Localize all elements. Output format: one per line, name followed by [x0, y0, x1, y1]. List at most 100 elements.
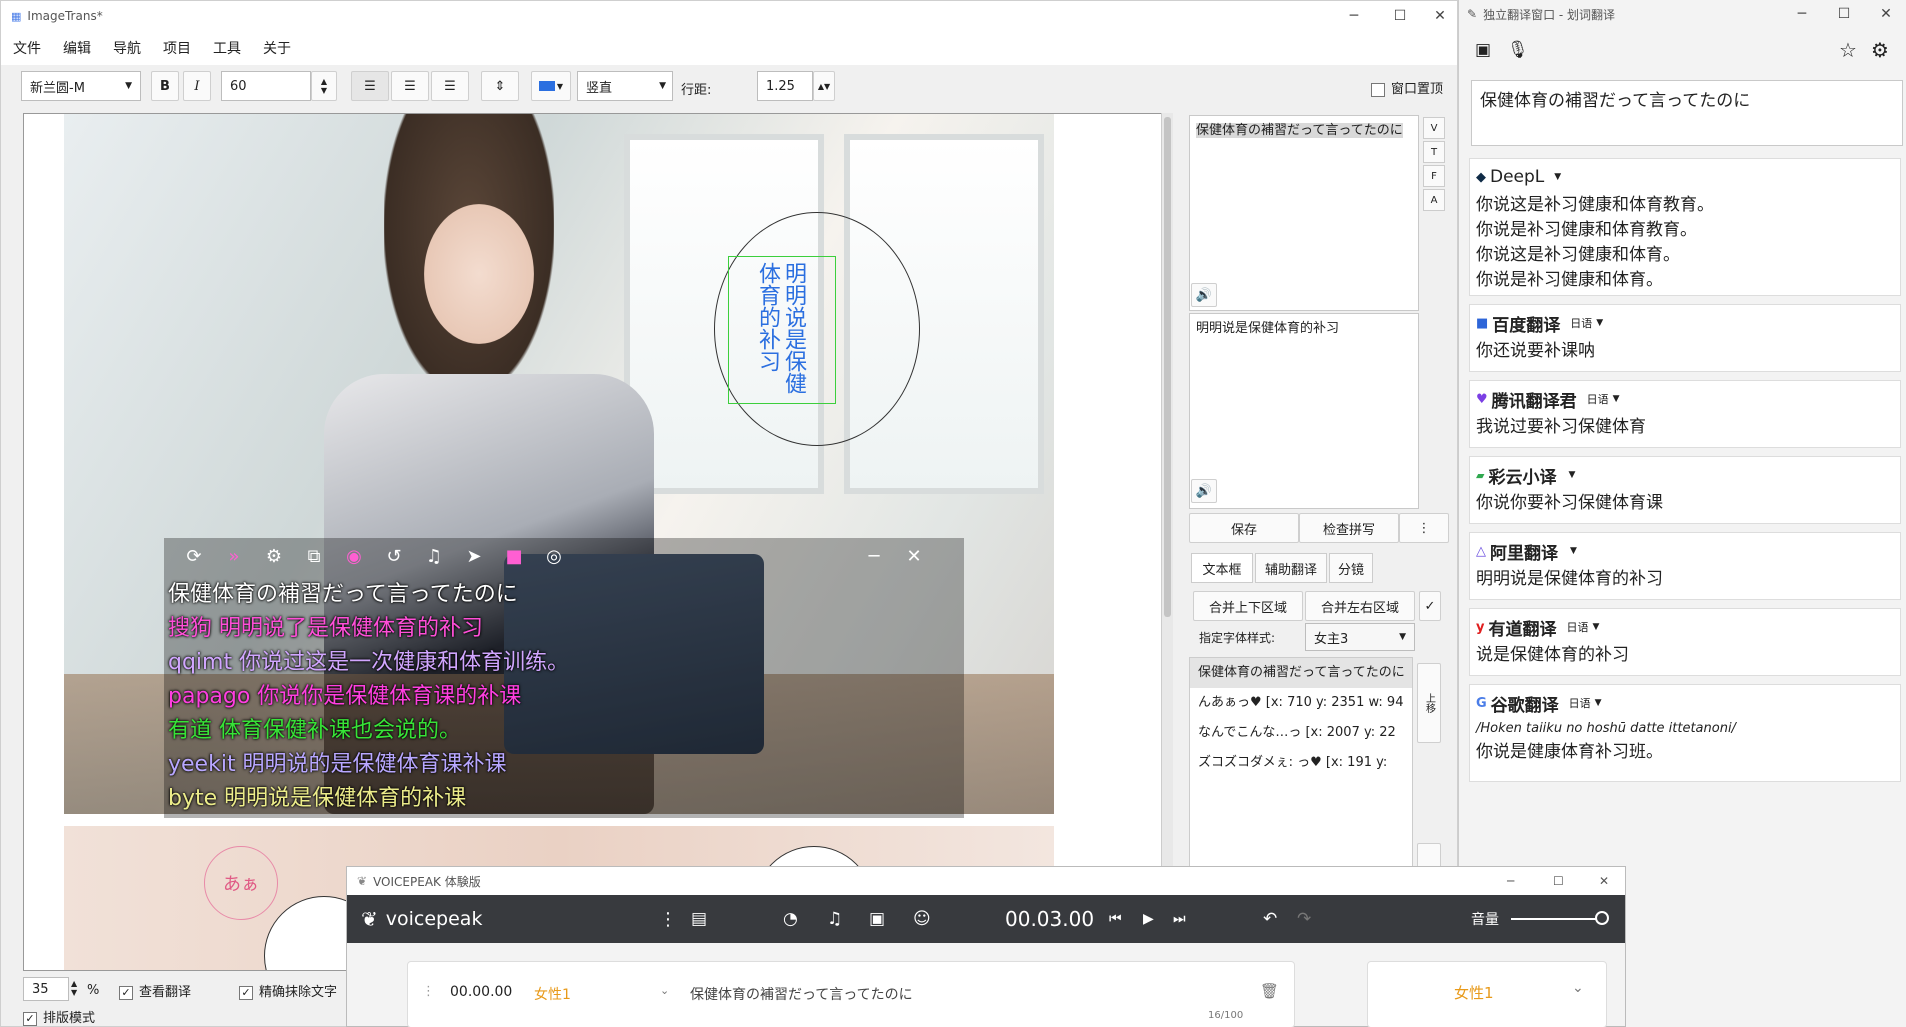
- check-icon[interactable]: ✓: [1419, 591, 1441, 621]
- move-up-button[interactable]: 上移: [1417, 663, 1441, 743]
- minimize-icon[interactable]: ─: [854, 546, 894, 567]
- chevron-down-icon[interactable]: ▼: [1570, 546, 1577, 556]
- zoom-input[interactable]: 35: [23, 977, 69, 1001]
- maximize-button[interactable]: ☐: [1821, 0, 1867, 28]
- gear-icon[interactable]: ⚙: [1871, 38, 1889, 62]
- voice-icon[interactable]: ▣: [869, 909, 885, 929]
- list-item[interactable]: なんでこんな…っ [x: 2007 y: 22: [1190, 718, 1412, 748]
- side-button-v[interactable]: V: [1423, 117, 1445, 139]
- target-text-area[interactable]: 明明说是保健体育的补习: [1189, 313, 1419, 509]
- canvas-scrollbar[interactable]: [1161, 113, 1173, 973]
- minimize-button[interactable]: ─: [1331, 1, 1377, 31]
- chevron-down-icon[interactable]: ▼: [1596, 318, 1603, 328]
- chevron-down-icon[interactable]: ⌄: [1572, 980, 1584, 996]
- merge-horizontal-button[interactable]: 合并左右区域: [1305, 591, 1415, 621]
- precise-erase-checkbox[interactable]: ✓ 精确抹除文字: [239, 981, 337, 1000]
- image-icon[interactable]: ▣: [1475, 40, 1491, 60]
- menu-project[interactable]: 项目: [163, 38, 191, 58]
- image-canvas[interactable]: 明明说是保健体育的补习 あぁ ⟳ » ⚙ ⧉ ◉ ↺ ♫ ➤ ■ ◎ ─ ✕ 保…: [23, 113, 1173, 971]
- cursor-icon[interactable]: ➤: [454, 546, 494, 567]
- speaker-icon[interactable]: 🔊: [1191, 283, 1217, 307]
- pin-window-checkbox[interactable]: 窗口置顶: [1371, 78, 1443, 97]
- line-spacing-stepper[interactable]: ▲▼: [813, 71, 835, 101]
- gear-icon[interactable]: ⚙: [254, 546, 294, 567]
- speaker-icon[interactable]: 🔊: [1191, 479, 1217, 503]
- chevron-down-icon[interactable]: ▼: [1554, 172, 1561, 182]
- volume-slider[interactable]: [1511, 918, 1601, 920]
- row-speaker[interactable]: 女性1: [534, 984, 571, 1004]
- microphone-icon[interactable]: 🎙: [1507, 40, 1529, 60]
- menu-navigate[interactable]: 导航: [113, 38, 141, 58]
- drag-handle-icon[interactable]: ⋮: [422, 984, 435, 999]
- tab-storyboard[interactable]: 分镜: [1329, 553, 1373, 583]
- spellcheck-button[interactable]: 检查拼写: [1299, 513, 1399, 543]
- book-icon[interactable]: ▤: [691, 909, 707, 929]
- row-text[interactable]: 保健体育の補習だって言ってたのに: [690, 984, 913, 1004]
- tab-textbox[interactable]: 文本框: [1191, 553, 1253, 583]
- copy-icon[interactable]: ⧉: [294, 546, 334, 567]
- redo-icon[interactable]: ↷: [1297, 909, 1311, 929]
- close-button[interactable]: ✕: [1599, 874, 1609, 888]
- music-icon[interactable]: ♫: [414, 546, 454, 567]
- align-right-button[interactable]: ☰: [431, 71, 469, 101]
- close-button[interactable]: ✕: [1417, 1, 1463, 31]
- menu-edit[interactable]: 编辑: [63, 38, 91, 58]
- italic-button[interactable]: I: [183, 71, 211, 101]
- gamepad-icon[interactable]: ◎: [534, 546, 574, 567]
- skip-forward-icon[interactable]: ⏭: [1173, 911, 1186, 927]
- minimize-button[interactable]: ─: [1779, 0, 1825, 28]
- direction-select[interactable]: 竖直 ▼: [577, 71, 673, 101]
- volume-slider-thumb[interactable]: [1595, 911, 1609, 925]
- chevron-down-icon[interactable]: ⌄: [660, 984, 669, 997]
- source-text-area[interactable]: 保健体育の補習だって言ってたのに: [1189, 115, 1419, 311]
- star-icon[interactable]: ☆: [1839, 38, 1857, 62]
- voice-row[interactable]: ⋮ 00.00.00 女性1 ⌄ 保健体育の補習だって言ってたのに 🗑 16/1…: [407, 961, 1295, 1027]
- font-size-stepper[interactable]: ▲ ▼: [311, 71, 337, 101]
- maximize-button[interactable]: ☐: [1553, 874, 1564, 888]
- emotion-icon[interactable]: ☺: [913, 909, 931, 929]
- zoom-stepper[interactable]: ▲ ▼: [71, 979, 77, 997]
- align-center-button[interactable]: ☰: [391, 71, 429, 101]
- scrollbar-thumb[interactable]: [1164, 117, 1171, 617]
- view-translation-checkbox[interactable]: ✓ 查看翻译: [119, 981, 191, 1000]
- translator-input[interactable]: 保健体育の補習だって言ってたのに: [1471, 80, 1903, 146]
- eye-icon[interactable]: ◉: [334, 546, 374, 567]
- list-item[interactable]: 保健体育の補習だって言ってたのに: [1190, 658, 1412, 688]
- font-select[interactable]: 新兰圆-M ▼: [21, 71, 141, 101]
- music-icon[interactable]: ♫: [827, 909, 842, 929]
- play-icon[interactable]: ▶: [1143, 911, 1154, 927]
- minimize-button[interactable]: ─: [1507, 874, 1514, 888]
- trash-icon[interactable]: 🗑: [1260, 982, 1279, 1000]
- lock-icon[interactable]: ■: [494, 546, 534, 567]
- side-button-t[interactable]: T: [1423, 141, 1445, 163]
- merge-vertical-button[interactable]: 合并上下区域: [1193, 591, 1303, 621]
- more-icon[interactable]: ⋮: [659, 909, 677, 930]
- side-button-f[interactable]: F: [1423, 165, 1445, 187]
- list-item[interactable]: ズコズコダメぇ: っ♥ [x: 191 y:: [1190, 748, 1412, 778]
- font-style-select[interactable]: 女主3 ▼: [1305, 623, 1415, 651]
- menu-tools[interactable]: 工具: [213, 38, 241, 58]
- fast-forward-icon[interactable]: »: [214, 546, 254, 567]
- speed-icon[interactable]: ◔: [783, 909, 798, 929]
- menu-about[interactable]: 关于: [263, 38, 291, 58]
- chevron-down-icon[interactable]: ▼: [1568, 470, 1575, 480]
- vertical-align-button[interactable]: ⇕: [481, 71, 519, 101]
- save-button[interactable]: 保存: [1189, 513, 1299, 543]
- tab-assist-translation[interactable]: 辅助翻译: [1255, 553, 1327, 583]
- more-button[interactable]: ⋮: [1399, 513, 1449, 543]
- side-button-a[interactable]: A: [1423, 189, 1445, 211]
- color-picker-button[interactable]: ▼: [531, 71, 571, 101]
- speaker-panel[interactable]: 女性1 ⌄: [1367, 961, 1607, 1027]
- chevron-down-icon[interactable]: ▼: [1592, 622, 1599, 632]
- undo-icon[interactable]: ↶: [1263, 909, 1277, 929]
- line-spacing-input[interactable]: 1.25: [757, 71, 813, 101]
- close-button[interactable]: ✕: [1863, 0, 1906, 28]
- skip-back-icon[interactable]: ⏮: [1109, 911, 1122, 927]
- close-icon[interactable]: ✕: [894, 546, 934, 567]
- align-left-button[interactable]: ☰: [351, 71, 389, 101]
- menu-file[interactable]: 文件: [13, 38, 41, 58]
- refresh-icon[interactable]: ⟳: [174, 546, 214, 567]
- font-size-input[interactable]: 60: [221, 71, 311, 101]
- chevron-down-icon[interactable]: ▼: [1613, 394, 1620, 404]
- list-item[interactable]: んあぁっ♥ [x: 710 y: 2351 w: 94: [1190, 688, 1412, 718]
